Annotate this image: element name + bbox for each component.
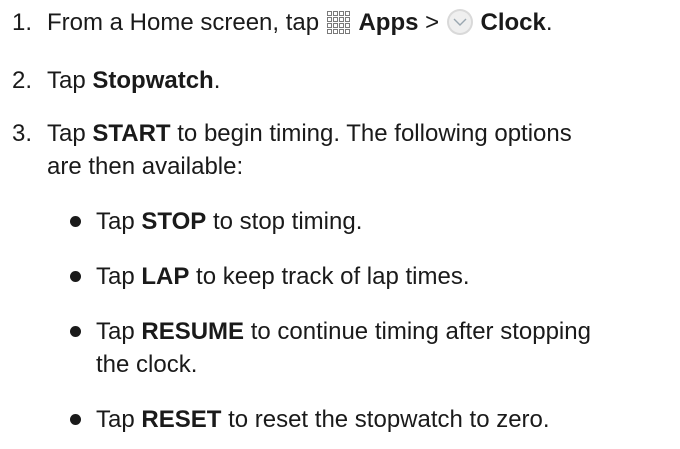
bullet-text-pre: Tap [96, 263, 135, 290]
instructions-document: 1. From a Home screen, tap Apps > Clock.… [0, 0, 680, 449]
lap-label: LAP [141, 263, 190, 290]
start-label: START [92, 120, 171, 147]
step-text-pre: Tap [47, 120, 86, 147]
bullet-text: Tap STOP to stop timing. [96, 205, 666, 238]
step-1: 1. From a Home screen, tap Apps > Clock. [12, 6, 677, 39]
step-3: 3. Tap START to begin timing. The follow… [12, 117, 677, 180]
bullet-text-post: to reset the stopwatch to zero. [228, 406, 550, 433]
reset-label: RESET [141, 406, 222, 433]
step-text-pre: Tap [47, 67, 86, 94]
bullet-text-post: to stop timing. [212, 208, 363, 235]
step-text: From a Home screen, tap Apps > Clock. [47, 6, 672, 45]
stop-label: STOP [141, 208, 207, 235]
resume-label: RESUME [141, 318, 245, 345]
bullet-text-post: to continue timing after stopping [250, 318, 591, 345]
clock-label: Clock [480, 9, 546, 36]
stopwatch-label: Stopwatch [92, 67, 214, 94]
bullet-dot [70, 414, 81, 425]
bullet-dot [70, 271, 81, 282]
bullet-dot [70, 216, 81, 227]
step-2: 2. Tap Stopwatch. [12, 64, 677, 97]
step-text-pre: From a Home screen, tap [47, 9, 320, 36]
step-number: 2. [12, 67, 33, 94]
bullet-text: Tap RESUME to continue timing after stop… [96, 315, 666, 381]
bullet-text: Tap LAP to keep track of lap times. [96, 260, 666, 293]
step-text: Tap Stopwatch. [47, 64, 672, 97]
step-text-line1: to begin timing. The following options [177, 120, 572, 147]
step-text: Tap START to begin timing. The following… [47, 117, 672, 183]
bullet-text: Tap RESET to reset the stopwatch to zero… [96, 403, 666, 436]
step-number: 1. [12, 9, 33, 36]
step-number: 3. [12, 120, 33, 147]
bullet-text-pre: Tap [96, 318, 135, 345]
apps-label: Apps [358, 9, 419, 36]
step-text-line2: are then available: [47, 153, 244, 180]
apps-grid-icon [326, 10, 352, 45]
path-separator: > [425, 9, 440, 36]
bullet-text-pre: Tap [96, 208, 135, 235]
bullet-text-post: to keep track of lap times. [196, 263, 470, 290]
step-text-end: . [213, 67, 221, 94]
bullet-dot [70, 326, 81, 337]
bullet-text-pre: Tap [96, 406, 135, 433]
bullet-text-line2: the clock. [96, 351, 198, 378]
step-text-end: . [545, 9, 553, 36]
clock-icon [446, 8, 474, 45]
